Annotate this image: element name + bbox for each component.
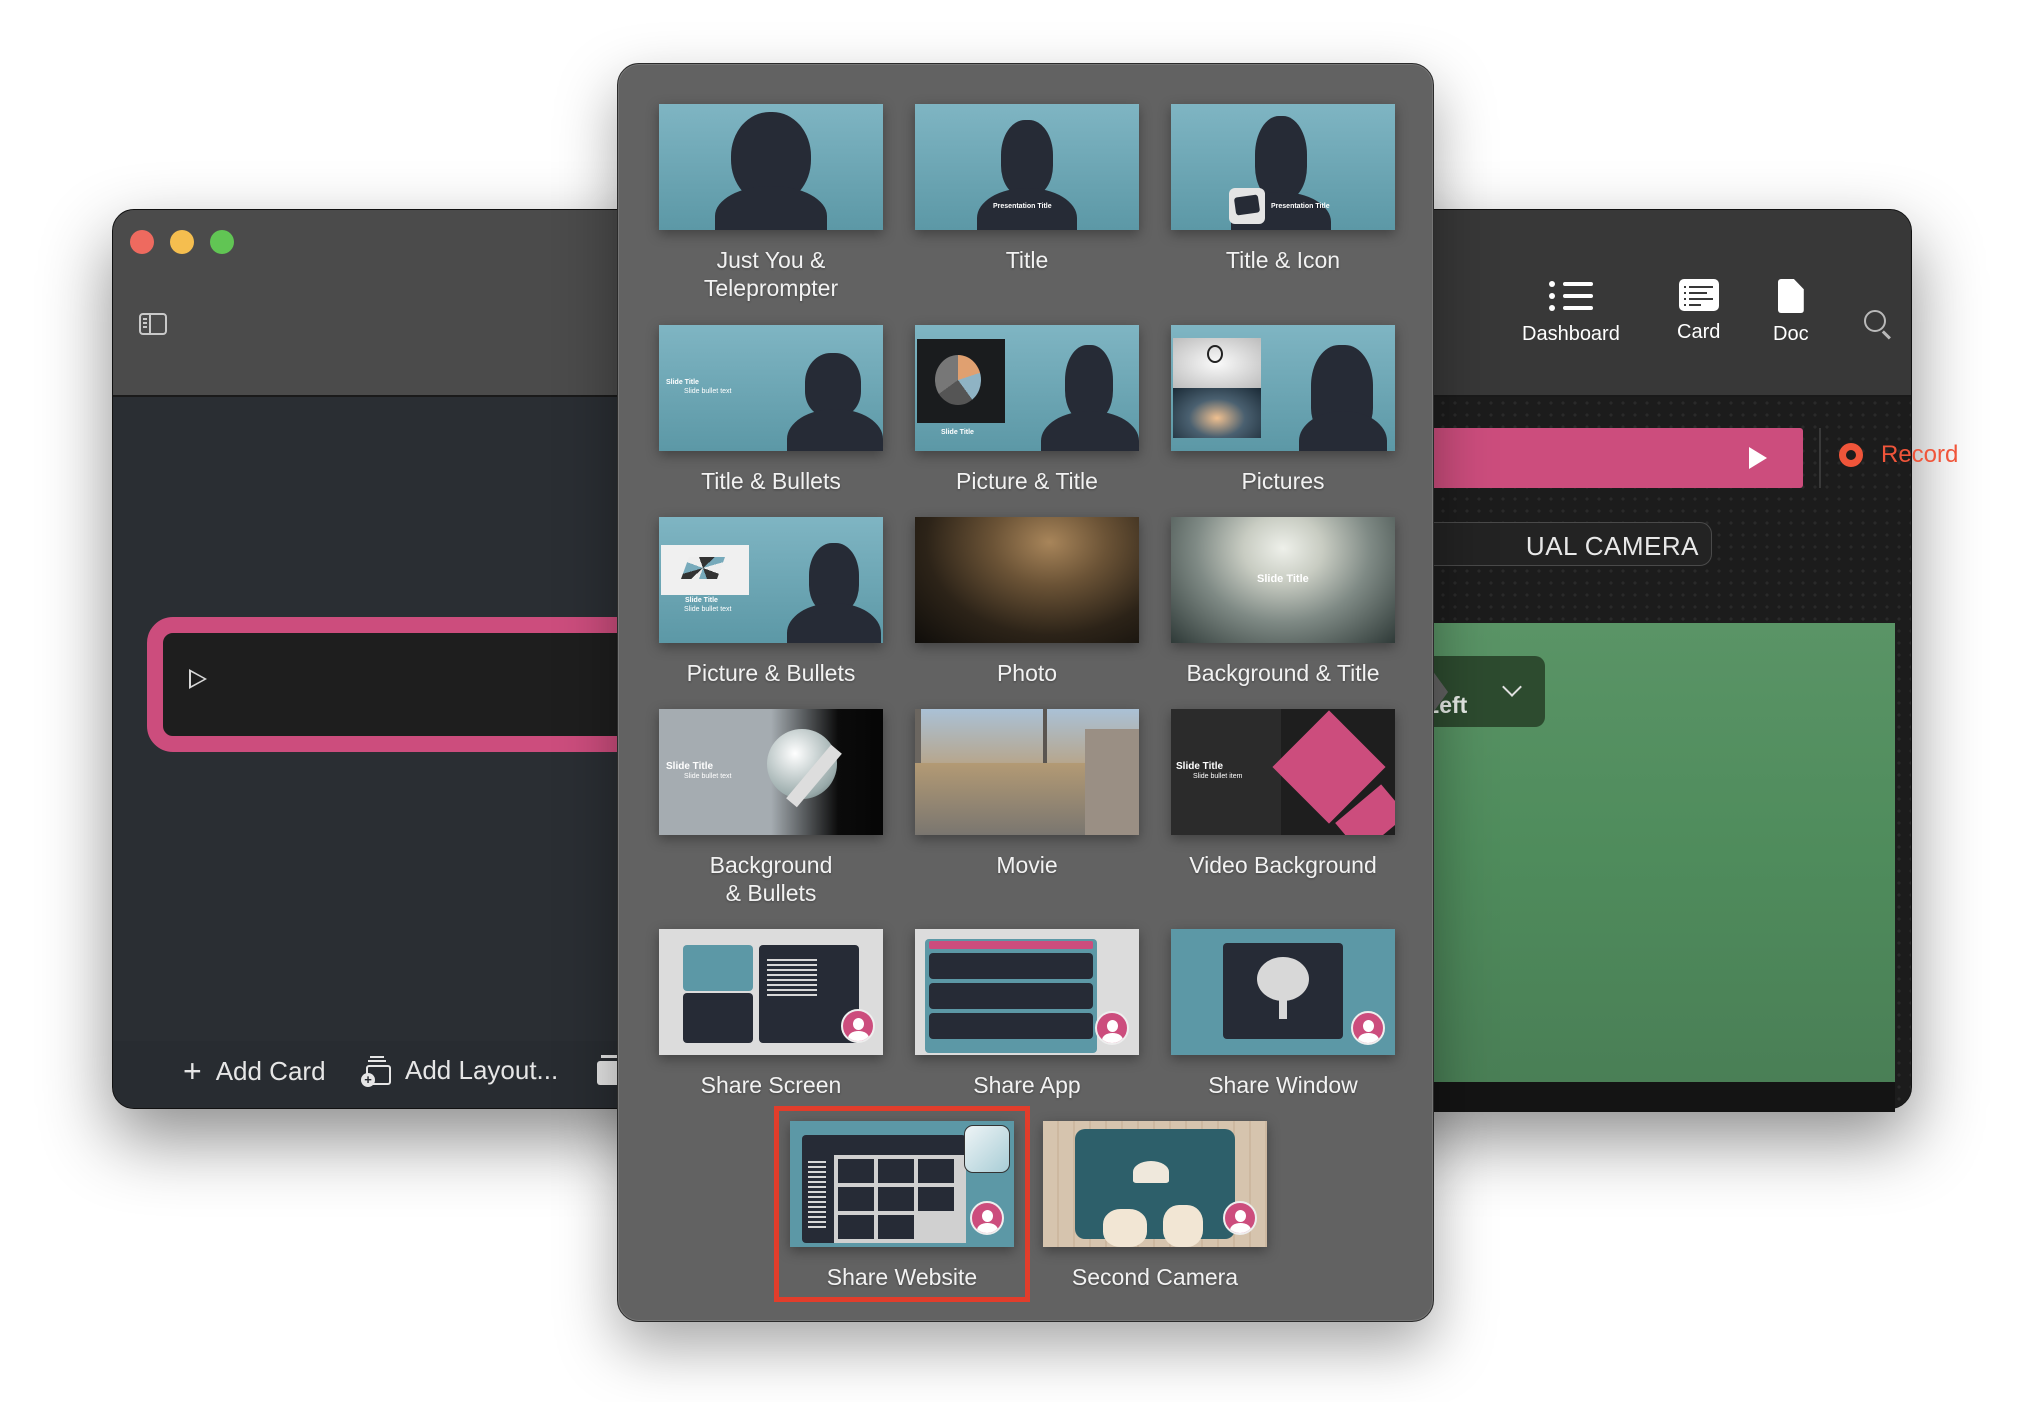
layout-share-window[interactable]: Share Window (1170, 929, 1396, 1099)
presenter-avatar-icon (970, 1201, 1004, 1235)
record-button[interactable]: Record (1839, 441, 1958, 469)
layout-title[interactable]: Presentation Title Title (914, 104, 1140, 274)
layout-share-website[interactable]: Share Website (774, 1106, 1030, 1302)
layout-thumbnail (915, 709, 1139, 835)
toolbar-card-button[interactable]: Card (1677, 279, 1720, 344)
browser-app-icon (964, 1125, 1010, 1173)
layout-picker-popover: Just You & Teleprompter Presentation Titl… (617, 63, 1434, 1322)
layout-second-camera[interactable]: Second Camera (1042, 1121, 1268, 1291)
layout-label: Photo (996, 660, 1058, 686)
layout-label: Background & Title (1186, 660, 1380, 686)
layout-thumbnail: Slide Title (915, 325, 1139, 451)
toolbar-divider (1819, 428, 1821, 488)
layout-video-background[interactable]: Slide Title Slide bullet item Video Back… (1170, 709, 1396, 879)
presenter-avatar-icon (841, 1009, 875, 1043)
play-icon (1749, 447, 1767, 469)
layout-label: Picture & Bullets (686, 660, 856, 686)
layout-thumbnail (659, 104, 883, 230)
layout-thumbnail: Slide Title (1171, 517, 1395, 643)
layout-thumbnail (1043, 1121, 1267, 1247)
layout-thumbnail (659, 929, 883, 1055)
app-icon (1229, 188, 1265, 224)
layout-picture-and-title[interactable]: Slide Title Picture & Title (914, 325, 1140, 495)
layout-title-and-icon[interactable]: Presentation Title Title & Icon (1170, 104, 1396, 274)
layout-label: Pictures (1241, 468, 1325, 494)
presenter-avatar-icon (1095, 1011, 1129, 1045)
record-icon (1839, 443, 1863, 467)
layout-photo[interactable]: Photo (914, 517, 1140, 687)
layout-thumbnail (790, 1121, 1014, 1247)
layout-share-app[interactable]: Share App (914, 929, 1140, 1099)
layout-title-and-bullets[interactable]: Slide Title Slide bullet text Title & Bu… (658, 325, 884, 495)
layout-thumbnail (915, 517, 1139, 643)
card-label: Card (1677, 321, 1721, 343)
search-icon[interactable] (1864, 310, 1886, 332)
layout-pictures[interactable]: Pictures (1170, 325, 1396, 495)
layout-thumbnail (915, 929, 1139, 1055)
layout-thumbnail: Presentation Title (915, 104, 1139, 230)
layout-label: Title (1005, 247, 1049, 273)
doc-icon (1777, 279, 1804, 313)
layout-movie[interactable]: Movie (914, 709, 1140, 879)
layout-label: Picture & Title (956, 468, 1098, 494)
chevron-down-icon (1502, 677, 1522, 697)
layout-label: Title & Icon (1225, 247, 1341, 273)
layout-thumbnail: Slide Title Slide bullet text (659, 517, 883, 643)
doc-label: Doc (1773, 323, 1809, 345)
layout-label: Share Window (1208, 1072, 1358, 1098)
presenter-avatar-icon (1223, 1201, 1257, 1235)
layout-background-and-bullets[interactable]: Slide Title Slide bullet text Background… (658, 709, 884, 907)
layout-label: Title & Bullets (701, 468, 841, 494)
layout-thumbnail (1171, 929, 1395, 1055)
layout-label: Just You & Teleprompter (703, 247, 839, 301)
camera-source-label: UAL CAMERA (1525, 531, 1699, 561)
layout-label: Share Screen (700, 1072, 842, 1098)
layout-picture-and-bullets[interactable]: Slide Title Slide bullet text Picture & … (658, 517, 884, 687)
layout-label: Second Camera (1071, 1264, 1239, 1290)
card-icon (1678, 279, 1719, 311)
layout-label: Share App (973, 1072, 1081, 1098)
layout-label: Share Website (826, 1264, 978, 1290)
presenter-avatar-icon (1351, 1011, 1385, 1045)
layout-thumbnail: Presentation Title (1171, 104, 1395, 230)
layout-label: Video Background (1189, 852, 1377, 878)
layout-just-you-teleprompter[interactable]: Just You & Teleprompter (658, 104, 884, 302)
dashboard-label: Dashboard (1522, 323, 1620, 345)
list-icon (1548, 279, 1593, 313)
layout-thumbnail (1171, 325, 1395, 451)
layout-thumbnail: Slide Title Slide bullet text (659, 709, 883, 835)
toolbar-doc-button[interactable]: Doc (1773, 279, 1809, 346)
layout-label: Movie (996, 852, 1058, 878)
popover-arrow (1432, 670, 1448, 714)
record-label: Record (1881, 441, 1959, 468)
layout-thumbnail: Slide Title Slide bullet item (1171, 709, 1395, 835)
layout-label: Background & Bullets (709, 852, 833, 906)
toolbar-dashboard-button[interactable]: Dashboard (1522, 279, 1620, 346)
layout-thumbnail: Slide Title Slide bullet text (659, 325, 883, 451)
layout-background-and-title[interactable]: Slide Title Background & Title (1170, 517, 1396, 687)
layout-share-screen[interactable]: Share Screen (658, 929, 884, 1099)
